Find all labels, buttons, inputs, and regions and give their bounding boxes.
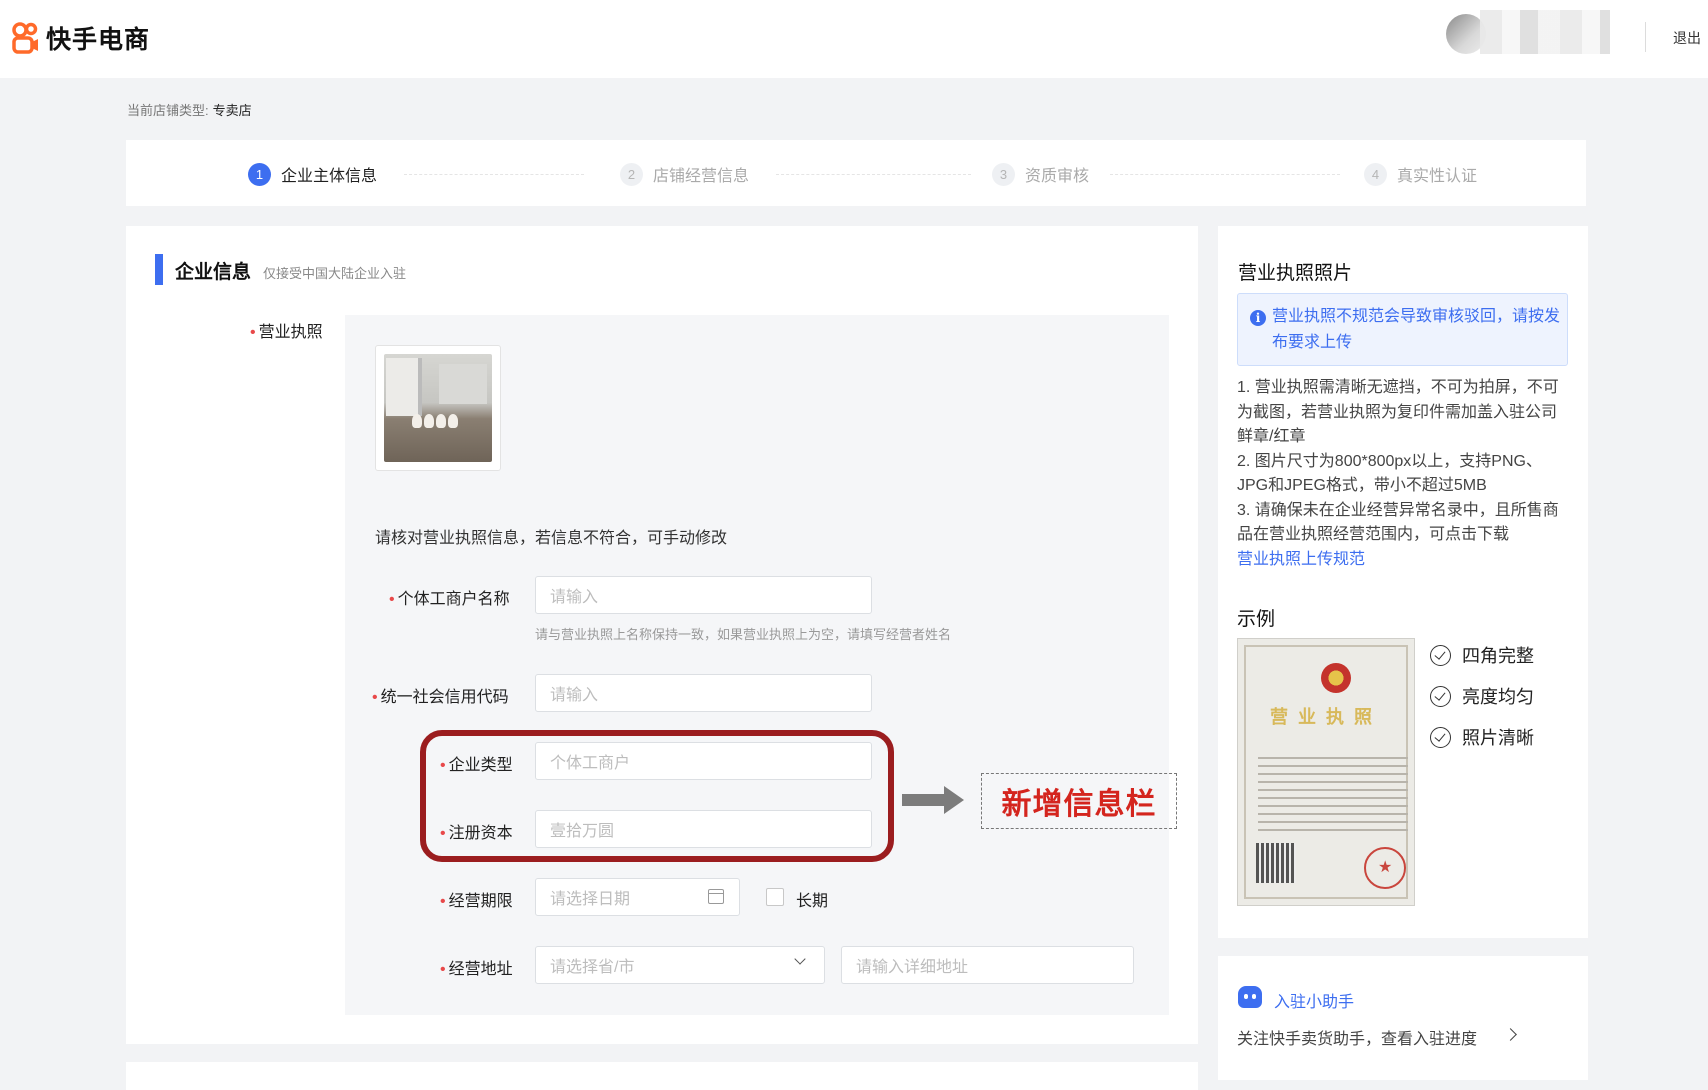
license-label: • 营业执照 [250,324,323,341]
logout-link[interactable]: 退出 [1673,28,1701,48]
annotation-text: 新增信息栏 [1001,788,1157,821]
rule-item: 2. 图片尺寸为800*800px以上，支持PNG、JPG和JPEG格式，带小不… [1237,452,1542,495]
step-4-label: 真实性认证 [1397,168,1478,185]
step-2-number: 2 [620,162,643,186]
red-seal-icon [1364,847,1406,889]
helper-description[interactable]: 关注快手卖货助手，查看入驻进度 [1237,1025,1477,1049]
step-2: 2 店铺经营信息 [620,162,749,186]
step-1-number: 1 [248,162,271,186]
annotation-box: 新增信息栏 [981,773,1177,829]
check-item: 四角完整 [1430,642,1534,668]
notice-box: i 营业执照不规范会导致审核驳回，请按发布要求上传 [1237,293,1568,366]
province-select[interactable]: 请选择省/市 [535,946,825,984]
section-subtitle: 仅接受中国大陆企业入驻 [263,266,407,281]
header-divider [1645,22,1646,52]
business-name-hint: 请与营业执照上名称保持一致，如果营业执照上为空，请填写经营者姓名 [535,627,952,642]
term-label: • 经营期限 [440,893,513,910]
step-3-label: 资质审核 [1025,168,1090,185]
address-label: • 经营地址 [440,961,513,978]
license-thumbnail[interactable] [375,345,501,471]
rule-item: 3. 请确保未在企业经营异常名录中，且所售商品在营业执照经营范围内，可点击下载 [1237,501,1559,544]
progress-steps: 1 企业主体信息 2 店铺经营信息 3 资质审核 4 真实性认证 [126,140,1586,206]
example-license-image: 营业执照 [1237,638,1415,906]
upload-spec-link[interactable]: 营业执照上传规范 [1237,548,1572,573]
annotation-highlight-frame [420,730,894,862]
step-connector [1110,174,1340,175]
check-item: 照片清晰 [1430,724,1534,750]
annotation-arrow [902,794,946,806]
rules-list: 1. 营业执照需清晰无遮挡，不可为拍屏，不可为截图，若营业执照为复印件需加盖入驻… [1237,376,1572,572]
check-circle-icon [1430,644,1451,666]
section-title: 企业信息 [175,262,252,283]
license-image [384,354,492,462]
business-name-input[interactable]: 请输入 [535,576,872,614]
verify-instruction: 请核对营业执照信息，若信息不符合，可手动修改 [375,530,728,547]
kuaishou-logo-icon [12,22,38,54]
name-label: • 个体工商户名称 [389,591,510,608]
qr-code-icon [1256,843,1296,883]
next-section-card [126,1062,1198,1090]
store-type: 当前店铺类型: 专卖店 [127,100,252,119]
sidebar-title: 营业执照照片 [1238,263,1353,284]
brand-name: 快手电商 [46,26,151,54]
step-1-label: 企业主体信息 [281,168,378,185]
check-circle-icon [1430,726,1451,748]
helper-title[interactable]: 入驻小助手 [1274,988,1354,1012]
annotation-arrow-head-icon [944,786,964,814]
brand-logo[interactable]: 快手电商 [10,20,150,56]
check-circle-icon [1430,685,1451,707]
long-term-checkbox[interactable] [766,888,784,906]
robot-icon [1238,986,1262,1008]
example-title: 示例 [1237,609,1276,630]
step-connector [776,174,971,175]
step-2-label: 店铺经营信息 [653,168,750,185]
cert-title: 营业执照 [1270,707,1382,727]
credit-code-label: • 统一社会信用代码 [372,689,509,706]
step-3-number: 3 [992,162,1015,186]
helper-card[interactable] [1218,956,1588,1080]
step-4: 4 真实性认证 [1364,162,1477,186]
national-emblem-icon [1321,663,1351,693]
rule-item: 1. 营业执照需清晰无遮挡，不可为拍屏，不可为截图，若营业执照为复印件需加盖入驻… [1237,379,1559,445]
step-connector [404,174,584,175]
long-term-label: 长期 [796,893,829,910]
store-type-value: 专卖店 [212,103,252,118]
step-4-number: 4 [1364,162,1387,186]
info-icon: i [1250,310,1266,326]
address-detail-input[interactable]: 请输入详细地址 [841,946,1134,984]
section-accent-bar [155,254,163,285]
credit-code-input[interactable]: 请输入 [535,674,872,712]
notice-text: 营业执照不规范会导致审核驳回，请按发布要求上传 [1272,308,1561,351]
calendar-icon[interactable] [708,889,724,904]
check-item: 亮度均匀 [1430,683,1534,709]
user-name-blurred [1480,10,1610,54]
store-type-label: 当前店铺类型: [127,103,209,118]
step-3: 3 资质审核 [992,162,1089,186]
top-bar: 快手电商 退出 [0,0,1708,78]
step-1: 1 企业主体信息 [248,162,377,186]
